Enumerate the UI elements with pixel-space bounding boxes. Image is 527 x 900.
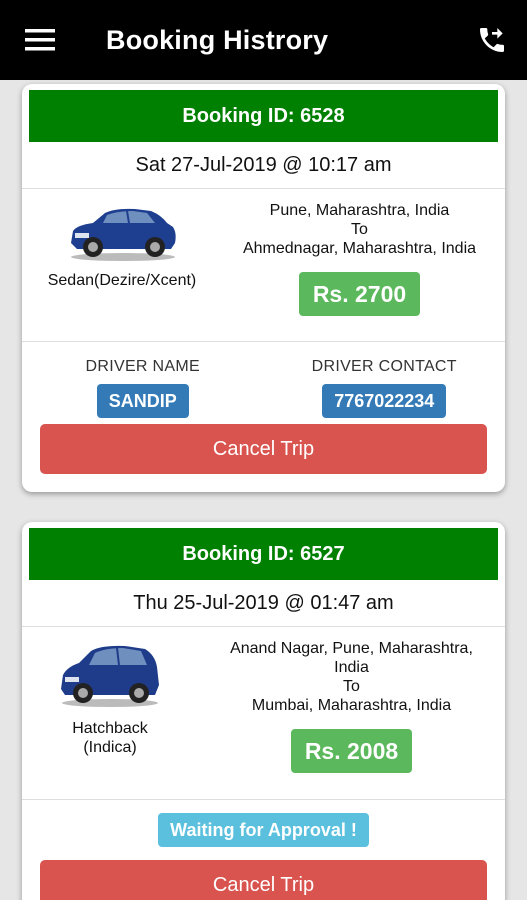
driver-contact-label: DRIVER CONTACT — [311, 358, 457, 375]
car-info: Hatchback (Indica) — [22, 627, 198, 799]
driver-name-label: DRIVER NAME — [85, 358, 200, 375]
route-from: Pune, Maharashtra, India — [269, 202, 450, 219]
car-type-label: Sedan(Dezire/Xcent) — [47, 272, 197, 289]
route-from-line1: Anand Nagar, Pune, Maharashtra, — [230, 640, 473, 657]
route-info: Pune, Maharashtra, India To Ahmednagar, … — [214, 189, 505, 341]
phone-forward-icon — [480, 28, 504, 52]
booking-id-header: Booking ID: 6527 — [29, 528, 498, 580]
route-from-line2: India — [334, 659, 369, 676]
cancel-trip-button[interactable]: Cancel Trip — [40, 424, 487, 474]
route-to: Mumbai, Maharashtra, India — [251, 697, 452, 714]
fare-badge: Rs. 2700 — [298, 272, 421, 316]
booking-list[interactable]: Booking ID: 6528 Sat 27-Jul-2019 @ 10:17… — [0, 80, 527, 900]
route-to-word: To — [343, 678, 360, 695]
route-to: Ahmednagar, Maharashtra, India — [242, 240, 477, 257]
menu-button[interactable] — [0, 0, 80, 80]
car-type-label-line2: (Indica) — [83, 739, 137, 756]
trip-details: Sedan(Dezire/Xcent) Pune, Maharashtra, I… — [22, 189, 505, 342]
driver-contact-badge[interactable]: 7767022234 — [322, 384, 447, 418]
hamburger-menu-icon — [25, 29, 55, 51]
driver-info: DRIVER NAME SANDIP DRIVER CONTACT 776702… — [22, 342, 505, 424]
status-row: Waiting for Approval ! — [22, 800, 505, 860]
sedan-car-image — [71, 208, 176, 261]
fare-badge: Rs. 2008 — [290, 729, 413, 773]
booking-datetime: Sat 27-Jul-2019 @ 10:17 am — [22, 142, 505, 189]
car-info: Sedan(Dezire/Xcent) — [22, 189, 222, 341]
trip-details: Hatchback (Indica) Anand Nagar, Pune, Ma… — [22, 627, 505, 800]
booking-card: Booking ID: 6527 Thu 25-Jul-2019 @ 01:47… — [22, 522, 505, 900]
booking-datetime: Thu 25-Jul-2019 @ 01:47 am — [22, 580, 505, 627]
booking-id-header: Booking ID: 6528 — [29, 90, 498, 142]
page-title: Booking Histrory — [106, 24, 329, 55]
driver-contact-section: DRIVER CONTACT 7767022234 — [264, 342, 506, 424]
cancel-trip-button[interactable]: Cancel Trip — [40, 860, 487, 900]
route-info: Anand Nagar, Pune, Maharashtra, India To… — [198, 627, 505, 799]
route-to-word: To — [351, 221, 368, 238]
app-bar: Booking Histrory — [0, 0, 527, 80]
booking-card: Booking ID: 6528 Sat 27-Jul-2019 @ 10:17… — [22, 84, 505, 492]
status-badge: Waiting for Approval ! — [158, 813, 369, 847]
hatchback-car-image — [61, 645, 159, 707]
driver-name-badge: SANDIP — [96, 384, 189, 418]
car-type-label-line1: Hatchback — [72, 720, 148, 737]
driver-name-section: DRIVER NAME SANDIP — [22, 342, 264, 424]
call-button[interactable] — [457, 0, 527, 80]
